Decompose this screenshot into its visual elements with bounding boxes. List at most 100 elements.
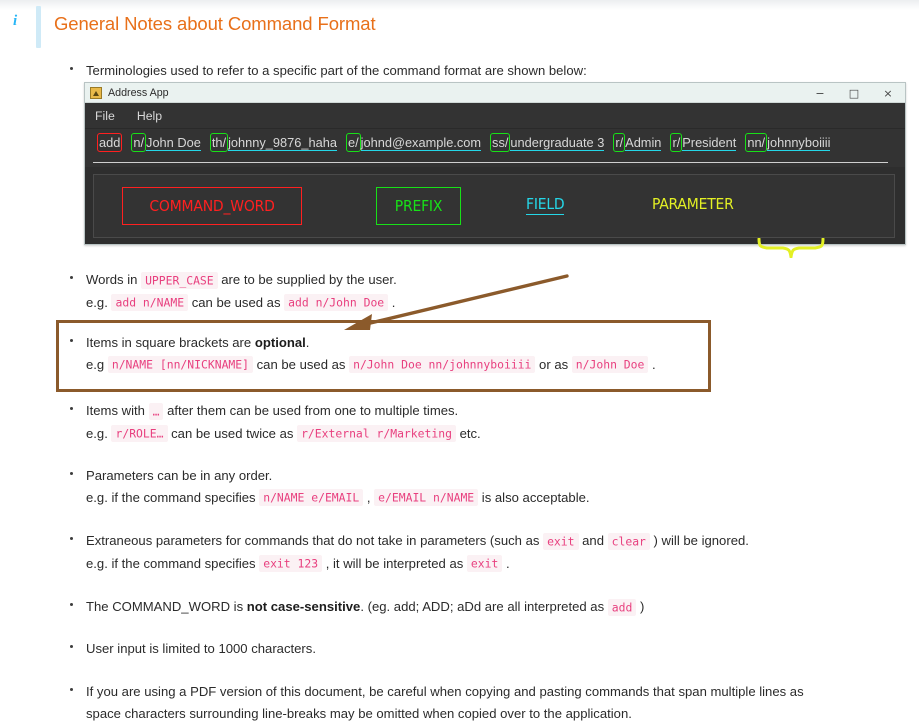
- text-fragment: Items with: [86, 403, 149, 418]
- field-name: John Doe: [146, 135, 201, 151]
- code-exit-result: exit: [466, 555, 503, 572]
- close-icon[interactable]: ×: [871, 83, 905, 103]
- command-token-email: e/ johnd@example.com: [345, 133, 482, 152]
- text-fragment: after them can be used from one to multi…: [163, 403, 459, 418]
- text-fragment: .: [305, 335, 310, 350]
- command-token-add: add: [97, 133, 123, 152]
- code-role-external-marketing: r/External r/Marketing: [297, 425, 456, 442]
- text-fragment: ) will be ignored.: [649, 533, 749, 548]
- bullet-marker: [70, 472, 73, 475]
- bullet-optional: Items in square brackets are optional. e…: [70, 332, 656, 376]
- bullet-marker: [70, 407, 73, 410]
- text-fragment: etc.: [455, 425, 481, 441]
- prefix-th: th/: [209, 133, 229, 152]
- text-fragment: can be used as: [253, 356, 350, 372]
- command-line-separator: [93, 162, 888, 163]
- maximize-icon[interactable]: □: [837, 83, 871, 103]
- field-email: johnd@example.com: [360, 135, 482, 151]
- command-input-strip[interactable]: add n/ John Doe th/ johnny_9876_haha e/ …: [85, 129, 905, 167]
- code-exit-123: exit 123: [259, 555, 323, 572]
- code-role-ellipsis: r/ROLE…: [111, 425, 168, 442]
- bullet-optional-line2: e.g n/NAME [nn/NICKNAME] can be used as …: [86, 354, 656, 377]
- legend-prefix: PREFIX: [376, 187, 461, 225]
- text-fragment: e.g.: [86, 294, 112, 310]
- address-app-window: Address App − □ × File Help add n/ John …: [84, 82, 906, 258]
- command-token-status: ss/ undergraduate 3: [490, 133, 605, 152]
- text-fragment: are to be supplied by the user.: [217, 272, 397, 287]
- text-fragment: ): [636, 599, 645, 614]
- text-fragment: . (eg. add; ADD; aDd are all interpreted…: [360, 599, 608, 614]
- text-fragment: e.g. if the command specifies: [86, 489, 260, 505]
- prefix-r-president: r/: [670, 133, 683, 152]
- bullet-pdf-note: If you are using a PDF version of this d…: [70, 681, 804, 724]
- page-root: i General Notes about Command Format Ter…: [0, 0, 919, 727]
- legend-panel: COMMAND_WORD PREFIX FIELD PARAMETER: [93, 174, 895, 238]
- app-title-text: Address App: [108, 86, 169, 99]
- page-title: General Notes about Command Format: [54, 13, 376, 34]
- bullet-upper-case-line1: Words in UPPER_CASE are to be supplied b…: [86, 269, 397, 292]
- menu-item-file[interactable]: File: [95, 109, 115, 123]
- code-john-doe-only: n/John Doe: [571, 356, 649, 373]
- prefix-ss: ss/: [490, 133, 511, 152]
- text-fragment: .: [388, 294, 396, 310]
- minimize-icon[interactable]: −: [803, 83, 837, 103]
- code-add-name: add n/NAME: [111, 294, 189, 311]
- info-icon: i: [13, 13, 18, 29]
- command-token-telegram: th/ johnny_9876_haha: [209, 133, 337, 152]
- bullet-marker: [70, 276, 73, 279]
- bullet-upper-case-line2: e.g. add n/NAME can be used as add n/Joh…: [86, 292, 397, 315]
- text-fragment: , it will be interpreted as: [322, 555, 467, 571]
- field-status: undergraduate 3: [510, 135, 605, 151]
- command-token-nickname: nn/ johnnyboiiii: [745, 133, 831, 152]
- text-fragment: Extraneous parameters for commands that …: [86, 533, 544, 548]
- bullet-extraneous: Extraneous parameters for commands that …: [70, 530, 749, 575]
- code-clear: clear: [607, 532, 650, 550]
- top-gradient-strip: [0, 0, 919, 10]
- code-name-email: n/NAME e/EMAIL: [259, 489, 364, 506]
- bullet-marker: [70, 645, 73, 648]
- text-fragment: Words in: [86, 272, 142, 287]
- code-name-nickname: n/NAME [nn/NICKNAME]: [107, 356, 253, 373]
- bullet-marker: [70, 603, 73, 606]
- address-app-logo-icon: [90, 86, 102, 99]
- text-fragment: .: [648, 356, 656, 372]
- legend-field: FIELD: [526, 195, 565, 215]
- command-token-name: n/ John Doe: [131, 133, 201, 152]
- bullet-marker: [70, 537, 73, 540]
- code-add-lowercase: add: [607, 598, 637, 616]
- prefix-nn: nn/: [745, 133, 768, 152]
- bullet-upper-case: Words in UPPER_CASE are to be supplied b…: [70, 269, 397, 314]
- bullet-extraneous-line1: Extraneous parameters for commands that …: [86, 530, 749, 553]
- text-fragment: can be used as: [188, 294, 285, 310]
- field-telegram: johnny_9876_haha: [228, 135, 337, 151]
- bold-not-case-sensitive: not case-sensitive: [246, 599, 361, 614]
- bullet-marker: [70, 688, 73, 691]
- note-accent-bar: [36, 6, 41, 48]
- bullet-marker: [70, 339, 73, 342]
- window-controls: − □ ×: [803, 83, 905, 103]
- bold-optional: optional: [254, 335, 306, 350]
- prefix-r-admin: r/: [613, 133, 626, 152]
- field-role-president: President: [682, 135, 737, 151]
- bullet-char-limit-line1: User input is limited to 1000 characters…: [86, 641, 316, 656]
- text-fragment: e.g.: [86, 425, 112, 441]
- text-fragment: .: [502, 555, 510, 571]
- code-upper-case: UPPER_CASE: [141, 271, 218, 289]
- bullet-intro-text: Terminologies used to refer to a specifi…: [86, 63, 587, 78]
- text-fragment: e.g: [86, 356, 108, 372]
- prefix-e: e/: [345, 133, 361, 152]
- legend-command-word: COMMAND_WORD: [122, 187, 302, 225]
- bullet-pdf-note-line2: space characters surrounding line-breaks…: [86, 705, 632, 721]
- menu-item-help[interactable]: Help: [137, 109, 162, 123]
- bullet-ellipsis-line1: Items with … after them can be used from…: [86, 400, 481, 423]
- code-email-name: e/EMAIL n/NAME: [374, 489, 479, 506]
- bullet-case-sensitive: The COMMAND_WORD is not case-sensitive. …: [70, 596, 644, 619]
- bullet-pdf-note-line1: If you are using a PDF version of this d…: [86, 684, 804, 699]
- text-fragment: or as: [535, 356, 572, 372]
- code-ellipsis: …: [148, 402, 164, 420]
- bullet-ellipsis-line2: e.g. r/ROLE… can be used twice as r/Exte…: [86, 423, 481, 446]
- text-fragment: The COMMAND_WORD is: [86, 599, 247, 614]
- command-word-add: add: [97, 133, 123, 152]
- code-exit: exit: [543, 532, 579, 550]
- legend-parameter: PARAMETER: [652, 195, 734, 213]
